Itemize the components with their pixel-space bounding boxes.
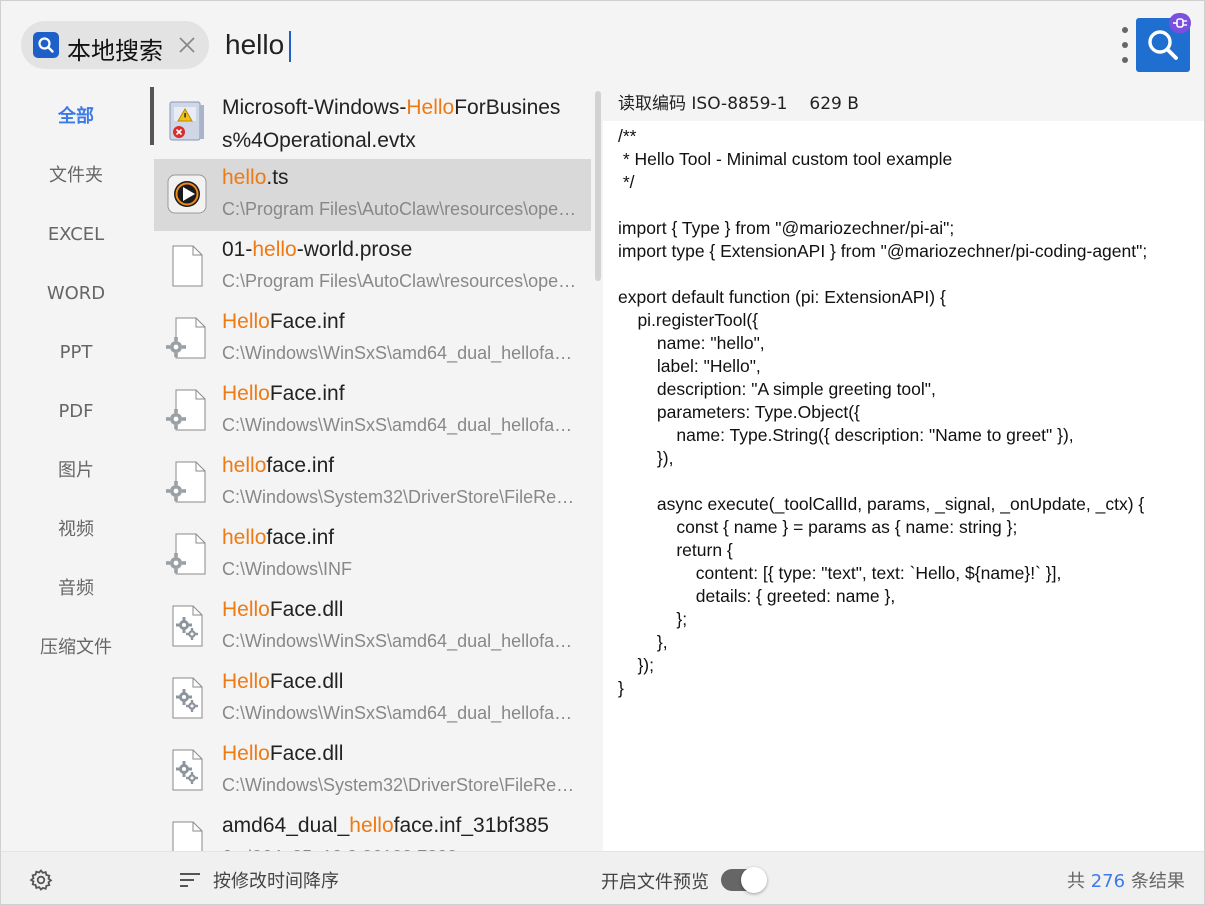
result-file-path: C:\Windows\WinSxS\amd64_dual_helloface.i… (222, 703, 578, 723)
preview-encoding: 读取编码 ISO-8859-1 (618, 94, 788, 114)
setup-file-icon (164, 459, 210, 505)
result-file-path: C:\Windows\WinSxS\amd64_dual_helloface.i… (222, 631, 578, 651)
match-highlight: hello (222, 454, 267, 477)
category-word[interactable]: WORD (1, 274, 151, 314)
search-scope-label: 本地搜索 (67, 37, 163, 65)
result-count-prefix: 共 (1067, 871, 1085, 892)
preview-code: /** * Hello Tool - Minimal custom tool e… (618, 126, 1148, 698)
match-highlight: Hello (222, 670, 270, 693)
category-folder[interactable]: 文件夹 (1, 156, 151, 196)
result-file-name: HelloFace.dll (222, 670, 344, 693)
setup-file-icon (164, 531, 210, 577)
preview-toggle-label: 开启文件预览 (601, 872, 709, 893)
app-window: 本地搜索 全部 文件夹 EXCEL WORD PPT PDF 图片 视频 音频 … (0, 0, 1205, 905)
result-file-path: C:\Windows\WinSxS\amd64_dual_helloface.i… (222, 415, 578, 435)
text-caret (289, 31, 291, 62)
setup-file-icon (164, 315, 210, 361)
match-highlight: hello (222, 166, 267, 189)
result-row[interactable]: helloface.inf C:\Windows\INF (154, 519, 591, 591)
sort-icon[interactable] (179, 871, 201, 889)
result-row[interactable]: HelloFace.inf C:\Windows\WinSxS\amd64_dua… (154, 303, 591, 375)
dll-file-icon (164, 603, 210, 649)
result-file-name: 01-hello-world.prose (222, 238, 413, 261)
result-row[interactable]: 01-hello-world.prose C:\Program Files\Aut… (154, 231, 591, 303)
plugin-icon[interactable] (1169, 13, 1191, 33)
close-icon[interactable] (174, 32, 200, 58)
event-log-icon (164, 99, 210, 145)
result-file-name: hello.ts (222, 166, 289, 189)
gear-icon[interactable] (29, 868, 53, 892)
results-list: Microsoft-Windows-HelloForBusiness%4Oper… (154, 87, 603, 851)
media-file-icon (164, 171, 210, 217)
setup-file-icon (164, 387, 210, 433)
result-file-name: HelloFace.inf (222, 310, 345, 333)
result-file-name: amd64_dual_helloface.inf_31bf385 (222, 814, 549, 837)
blank-file-icon (164, 819, 210, 851)
match-highlight: Hello (222, 310, 270, 333)
match-highlight: hello (252, 238, 297, 261)
match-highlight: Hello (406, 96, 455, 119)
result-file-name: HelloFace.dll (222, 742, 344, 765)
match-highlight: Hello (222, 742, 270, 765)
result-file-name: HelloFace.dll (222, 598, 344, 621)
toggle-knob (741, 867, 767, 893)
category-sidebar: 全部 文件夹 EXCEL WORD PPT PDF 图片 视频 音频 压缩文件 (1, 87, 154, 851)
result-file-name: helloface.inf (222, 454, 335, 477)
category-excel[interactable]: EXCEL (1, 215, 151, 255)
match-highlight: hello (349, 814, 394, 837)
result-row[interactable]: HelloFace.dll C:\Windows\System32\DriverS… (154, 735, 591, 807)
result-file-path: C:\Windows\INF (222, 559, 353, 579)
result-row[interactable]: helloface.inf C:\Windows\System32\DriverS… (154, 447, 591, 519)
result-file-name: HelloFace.inf (222, 382, 345, 405)
result-file-path: C:\Windows\System32\DriverStore\FileRepo… (222, 487, 578, 507)
search-scope-icon (33, 32, 59, 58)
match-highlight: hello (222, 526, 267, 549)
category-audio[interactable]: 音频 (1, 569, 151, 609)
result-row[interactable]: amd64_dual_helloface.inf_31bf3856ad364e3… (154, 807, 591, 851)
status-bar: 按修改时间降序 开启文件预览 共 276 条结果 (1, 851, 1204, 904)
result-row[interactable]: HelloFace.dll C:\Windows\WinSxS\amd64_dua… (154, 663, 591, 735)
more-options-icon[interactable] (1118, 27, 1132, 63)
result-file-path: C:\Program Files\AutoClaw\resources\open… (222, 199, 578, 219)
category-ppt[interactable]: PPT (1, 333, 151, 373)
result-count-number: 276 (1090, 871, 1126, 892)
search-icon (1148, 30, 1178, 60)
result-count-suffix: 条结果 (1130, 871, 1185, 892)
dll-file-icon (164, 747, 210, 793)
results-scrollbar[interactable] (595, 91, 601, 281)
result-file-path: C:\Windows\WinSxS\amd64_dual_helloface.i… (222, 343, 578, 363)
match-highlight: Hello (222, 598, 270, 621)
result-count: 共 276 条结果 (1067, 867, 1185, 893)
search-bar: 本地搜索 (1, 1, 1204, 87)
search-input[interactable] (225, 21, 1085, 69)
result-file-name: helloface.inf (222, 526, 335, 549)
category-image[interactable]: 图片 (1, 451, 151, 491)
result-row[interactable]: hello.ts C:\Program Files\AutoClaw\resour… (154, 159, 591, 231)
blank-file-icon (164, 243, 210, 289)
sort-order-label[interactable]: 按修改时间降序 (213, 867, 339, 893)
match-highlight: Hello (222, 382, 270, 405)
result-file-path: C:\Program Files\AutoClaw\resources\open… (222, 271, 578, 291)
dll-file-icon (164, 675, 210, 721)
result-file-path: C:\Windows\System32\DriverStore\FileRepo… (222, 775, 578, 795)
category-video[interactable]: 视频 (1, 510, 151, 550)
category-pdf[interactable]: PDF (1, 392, 151, 432)
preview-file-size: 629 B (809, 94, 859, 114)
search-scope-pill[interactable]: 本地搜索 (21, 21, 209, 69)
preview-toggle[interactable] (721, 867, 767, 893)
category-archive[interactable]: 压缩文件 (1, 628, 151, 668)
result-row[interactable]: HelloFace.inf C:\Windows\WinSxS\amd64_dua… (154, 375, 591, 447)
result-file-name: Microsoft-Windows-HelloForBusiness%4Oper… (222, 96, 561, 152)
category-all[interactable]: 全部 (1, 97, 151, 137)
file-preview-pane: 读取编码 ISO-8859-1 629 B /** * Hello Tool - … (603, 87, 1204, 851)
result-row[interactable]: HelloFace.dll C:\Windows\WinSxS\amd64_dua… (154, 591, 591, 663)
preview-header: 读取编码 ISO-8859-1 629 B (603, 87, 1204, 121)
result-row[interactable]: Microsoft-Windows-HelloForBusiness%4Oper… (154, 87, 591, 159)
